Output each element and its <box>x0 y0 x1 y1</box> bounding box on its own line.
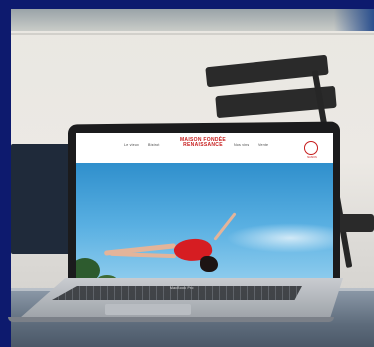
jumping-person-hair <box>200 256 218 272</box>
nav-link[interactable]: Nos vins <box>234 143 249 147</box>
nav-link[interactable]: Vente <box>258 143 268 147</box>
tree <box>76 258 100 279</box>
background-wall <box>11 9 374 31</box>
laptop-model-label: MacBook Pro <box>170 286 194 290</box>
logo-line: RENAISSANCE <box>183 142 223 148</box>
seal-icon <box>304 141 318 155</box>
seal-caption: MAISON <box>307 156 317 159</box>
trackpad <box>105 304 191 315</box>
laptop-front-edge <box>8 317 334 322</box>
laptop-screen: Le vieux Bistrot MAISON FONDÉE RENAISSAN… <box>76 133 333 279</box>
floor-line <box>11 33 374 35</box>
left-chair <box>11 144 73 254</box>
nav-link[interactable]: Le vieux <box>124 143 139 147</box>
nav-link[interactable]: Bistrot <box>148 143 160 147</box>
window-reflection <box>334 9 374 31</box>
chair-backrest-top <box>205 54 329 88</box>
jumping-person-leg <box>109 251 177 259</box>
website-navbar: Le vieux Bistrot MAISON FONDÉE RENAISSAN… <box>76 133 333 163</box>
hero-image <box>76 163 333 279</box>
clouds <box>226 223 333 253</box>
website-logo[interactable]: MAISON FONDÉE RENAISSANCE <box>179 138 227 148</box>
